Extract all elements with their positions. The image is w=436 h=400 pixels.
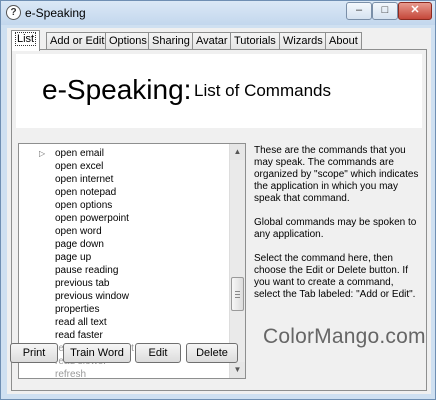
app-window: ? e-Speaking ‒ □ ✕ List Add or Edit Opti… — [0, 0, 436, 400]
header-banner: e-Speaking: List of Commands — [16, 54, 422, 128]
scrollbar-thumb[interactable] — [231, 277, 244, 311]
list-item[interactable]: refresh — [19, 368, 231, 379]
list-item[interactable]: properties — [19, 303, 231, 316]
window-title: e-Speaking — [25, 6, 86, 20]
train-word-button[interactable]: Train Word — [63, 343, 131, 363]
list-item-label: open excel — [55, 161, 104, 172]
tab-tutorials[interactable]: Tutorials — [230, 32, 280, 50]
scroll-down-arrow-icon[interactable]: ▼ — [230, 362, 245, 378]
list-item[interactable]: open internet — [19, 173, 231, 186]
list-item[interactable]: pause reading — [19, 264, 231, 277]
tab-wizards[interactable]: Wizards — [279, 32, 327, 50]
minimize-button[interactable]: ‒ — [346, 2, 372, 20]
list-item-label: page up — [55, 252, 92, 263]
print-button[interactable]: Print — [10, 343, 58, 363]
list-item-label: open options — [55, 200, 113, 211]
tab-avatar[interactable]: Avatar — [192, 32, 232, 50]
page-subtitle: List of Commands — [194, 81, 331, 100]
list-item[interactable]: open options — [19, 199, 231, 212]
list-item-label: open email — [55, 148, 104, 159]
tab-about[interactable]: About — [325, 32, 362, 50]
list-item[interactable]: previous window — [19, 290, 231, 303]
list-item-label: read faster — [55, 330, 103, 341]
tab-options[interactable]: Options — [105, 32, 151, 50]
list-item[interactable]: open powerpoint — [19, 212, 231, 225]
list-item[interactable]: open notepad — [19, 186, 231, 199]
maximize-button[interactable]: □ — [372, 2, 398, 20]
list-item[interactable]: open word — [19, 225, 231, 238]
list-item-label: open powerpoint — [55, 213, 129, 224]
list-item[interactable]: page up — [19, 251, 231, 264]
list-item-label: open word — [55, 226, 102, 237]
list-item[interactable]: ▷ open email — [19, 147, 231, 160]
list-item-label: open internet — [55, 174, 114, 185]
description-paragraph-1: These are the commands that you may spea… — [254, 145, 419, 204]
tab-add-or-edit[interactable]: Add or Edit — [46, 32, 109, 50]
tab-list-label: List — [15, 32, 37, 46]
list-item-label: pause reading — [55, 265, 119, 276]
list-item[interactable]: page down — [19, 238, 231, 251]
expand-arrow-icon[interactable]: ▷ — [39, 147, 45, 160]
tab-sharing[interactable]: Sharing — [148, 32, 194, 50]
description-paragraph-2: Global commands may be spoken to any app… — [254, 217, 417, 240]
watermark-logo: ColorMango.com — [263, 325, 426, 348]
list-item-label: previous window — [55, 291, 129, 302]
tab-list[interactable]: List — [11, 30, 41, 51]
list-item-label: read all text — [55, 317, 107, 328]
list-item-label: page down — [55, 239, 104, 250]
list-item[interactable]: previous tab — [19, 277, 231, 290]
grip-icon — [235, 291, 240, 298]
app-logo-icon: ? — [6, 5, 21, 20]
list-item-label: refresh — [55, 369, 87, 379]
list-item-label: open notepad — [55, 187, 117, 198]
edit-button[interactable]: Edit — [135, 343, 181, 363]
page-title: e-Speaking: — [42, 74, 192, 105]
title-bar[interactable]: ? e-Speaking ‒ □ ✕ — [1, 1, 435, 25]
list-item-label: previous tab — [55, 278, 110, 289]
list-item[interactable]: open excel — [19, 160, 231, 173]
delete-button[interactable]: Delete — [186, 343, 238, 363]
scroll-up-arrow-icon[interactable]: ▲ — [230, 144, 245, 160]
list-item[interactable]: read faster — [19, 329, 231, 342]
close-button[interactable]: ✕ — [398, 2, 432, 20]
list-item[interactable]: read all text — [19, 316, 231, 329]
list-item-label: properties — [55, 304, 100, 315]
description-paragraph-3: Select the command here, then choose the… — [254, 253, 416, 300]
description-text: These are the commands that you may spea… — [254, 145, 422, 313]
